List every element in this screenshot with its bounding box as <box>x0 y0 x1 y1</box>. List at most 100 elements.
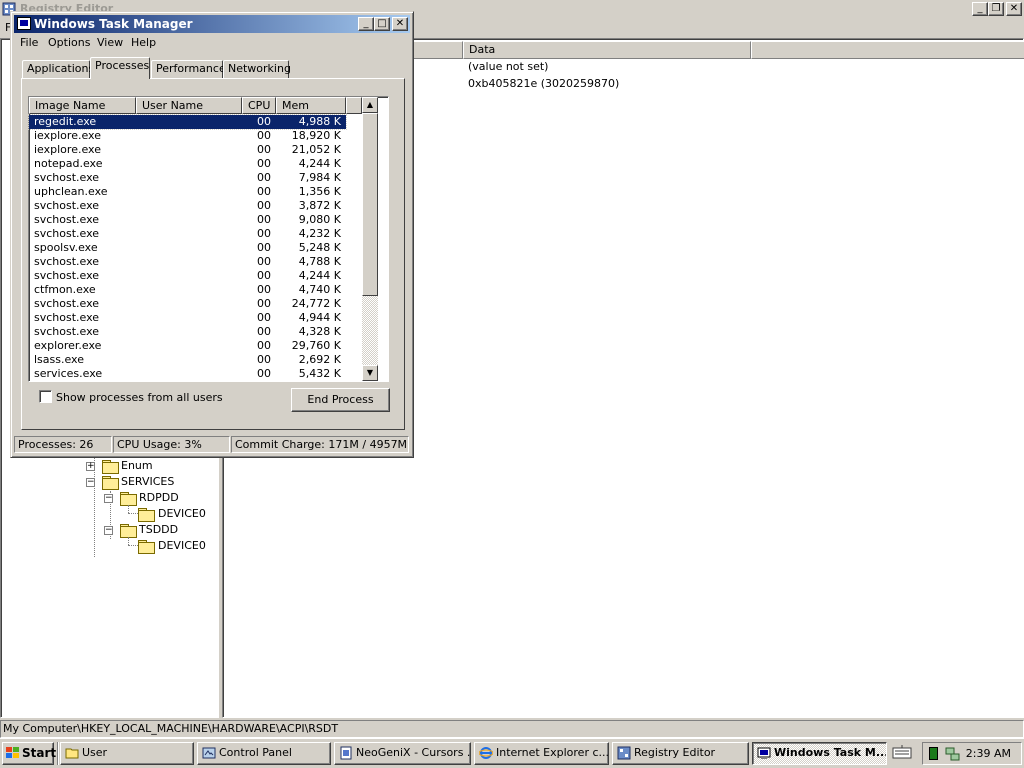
process-image-name: regedit.exe <box>34 115 97 128</box>
end-process-button[interactable]: End Process <box>291 388 390 412</box>
tree-item-label: RDPDD <box>139 491 179 504</box>
process-row[interactable]: notepad.exe 00 4,244 K <box>29 157 346 171</box>
scroll-down-arrow-icon[interactable]: ▼ <box>362 365 378 381</box>
process-mem-usage: 4,988 K <box>298 115 341 128</box>
process-mem-usage: 3,872 K <box>298 199 341 212</box>
menu-help[interactable]: Help <box>131 36 156 49</box>
process-cpu: 00 <box>257 227 271 240</box>
process-row[interactable]: ctfmon.exe 00 4,740 K <box>29 283 346 297</box>
taskbar-button-internet-explorer[interactable]: Internet Explorer c... <box>474 742 609 765</box>
process-row[interactable]: svchost.exe 00 4,244 K <box>29 269 346 283</box>
tab-networking[interactable]: Networking <box>223 60 291 79</box>
process-list-scrollbar[interactable]: ▲ ▼ <box>362 97 378 381</box>
column-header-data[interactable]: Data <box>463 41 751 59</box>
column-header-image-name[interactable]: Image Name <box>29 97 136 114</box>
tree-item-enum[interactable]: + Enum <box>85 459 205 475</box>
taskbar-button-label: Windows Task M... <box>774 746 887 759</box>
taskbar-button-registry-editor[interactable]: Registry Editor <box>612 742 749 765</box>
process-image-name: lsass.exe <box>34 353 84 366</box>
menu-view[interactable]: View <box>97 36 123 49</box>
taskbar-button-task-manager[interactable]: Windows Task M... <box>752 742 887 765</box>
task-manager-menubar: File Options View Help <box>14 34 410 52</box>
registry-status-bar: My Computer\HKEY_LOCAL_MACHINE\HARDWARE\… <box>0 720 1024 738</box>
process-row[interactable]: svchost.exe 00 9,080 K <box>29 213 346 227</box>
tree-item-tsddd[interactable]: − TSDDD <box>104 523 214 539</box>
process-row[interactable]: explorer.exe 00 29,760 K <box>29 339 346 353</box>
process-image-name: svchost.exe <box>34 297 100 310</box>
process-row[interactable]: svchost.exe 00 4,788 K <box>29 255 346 269</box>
maximize-button[interactable]: □ <box>374 17 390 31</box>
collapse-icon[interactable]: − <box>104 526 113 535</box>
column-header-filler <box>751 41 1024 59</box>
column-header-mem-usage[interactable]: Mem Usage <box>276 97 346 127</box>
keyboard-icon[interactable] <box>892 744 916 764</box>
process-row[interactable]: services.exe 00 5,432 K <box>29 367 346 381</box>
taskbar-button-neogenix[interactable]: NeoGeniX - Cursors ... <box>334 742 471 765</box>
value-data-cell[interactable]: (value not set) <box>468 60 548 73</box>
folder-icon <box>138 540 155 554</box>
process-list[interactable]: Image Name User Name CPU Mem Usage reged… <box>28 96 389 382</box>
tree-item-label: DEVICE0 <box>158 507 206 520</box>
process-cpu: 00 <box>257 367 271 380</box>
process-row[interactable]: svchost.exe 00 7,984 K <box>29 171 346 185</box>
process-row[interactable]: iexplore.exe 00 21,052 K <box>29 143 346 157</box>
process-row[interactable]: regedit.exe 00 4,988 K <box>28 114 347 130</box>
cpu-meter-icon[interactable] <box>929 747 938 760</box>
restore-button[interactable]: ❐ <box>988 2 1004 16</box>
minimize-button[interactable]: _ <box>358 17 374 31</box>
process-mem-usage: 9,080 K <box>298 213 341 226</box>
taskbar-button-control-panel[interactable]: Control Panel <box>197 742 331 765</box>
tree-connector <box>128 505 129 513</box>
collapse-icon[interactable]: − <box>104 494 113 503</box>
network-icon[interactable] <box>945 746 961 762</box>
tree-item-device0[interactable]: DEVICE0 <box>138 507 218 523</box>
tree-item-label: DEVICE0 <box>158 539 206 552</box>
value-data-cell[interactable]: 0xb405821e (3020259870) <box>468 77 619 90</box>
process-mem-usage: 21,052 K <box>291 143 341 156</box>
process-row[interactable]: svchost.exe 00 24,772 K <box>29 297 346 311</box>
process-cpu: 00 <box>257 129 271 142</box>
process-image-name: svchost.exe <box>34 311 100 324</box>
process-row[interactable]: iexplore.exe 00 18,920 K <box>29 129 346 143</box>
scrollbar-thumb[interactable] <box>362 113 378 296</box>
clock[interactable]: 2:39 AM <box>966 747 1011 760</box>
taskbar-button-user[interactable]: User <box>60 742 194 765</box>
process-row[interactable]: lsass.exe 00 2,692 K <box>29 353 346 367</box>
start-button[interactable]: Start <box>2 742 56 765</box>
tab-performance[interactable]: Performance <box>151 60 226 79</box>
process-row[interactable]: spoolsv.exe 00 5,248 K <box>29 241 346 255</box>
close-button[interactable]: ✕ <box>1006 2 1022 16</box>
menu-options[interactable]: Options <box>48 36 90 49</box>
show-all-users-checkbox[interactable] <box>39 390 52 403</box>
process-cpu: 00 <box>257 255 271 268</box>
tab-applications[interactable]: Applications <box>22 60 94 79</box>
collapse-icon[interactable]: − <box>86 478 95 487</box>
process-mem-usage: 2,692 K <box>298 353 341 366</box>
process-row[interactable]: svchost.exe 00 3,872 K <box>29 199 346 213</box>
task-manager-titlebar[interactable]: Windows Task Manager _ □ ✕ <box>14 15 410 33</box>
show-all-users-label[interactable]: Show processes from all users <box>56 391 223 404</box>
process-image-name: svchost.exe <box>34 325 100 338</box>
process-row[interactable]: svchost.exe 00 4,944 K <box>29 311 346 325</box>
tree-item-rdpdd[interactable]: − RDPDD <box>104 491 214 507</box>
process-mem-usage: 5,432 K <box>298 367 341 380</box>
menu-file[interactable]: File <box>20 36 38 49</box>
taskbar-button-label: User <box>82 746 108 759</box>
scrollbar-track[interactable] <box>362 296 378 365</box>
tree-item-label: Enum <box>121 459 153 472</box>
expand-icon[interactable]: + <box>86 462 95 471</box>
process-mem-usage: 4,328 K <box>298 325 341 338</box>
tab-processes[interactable]: Processes <box>90 57 150 79</box>
close-button[interactable]: ✕ <box>392 17 408 31</box>
process-row[interactable]: svchost.exe 00 4,328 K <box>29 325 346 339</box>
windows-logo-icon <box>6 747 19 759</box>
column-header-user-name[interactable]: User Name <box>136 97 242 114</box>
tree-item-device0[interactable]: DEVICE0 <box>138 539 218 555</box>
scroll-up-arrow-icon[interactable]: ▲ <box>362 97 378 113</box>
tree-item-services[interactable]: − SERVICES <box>85 475 205 491</box>
process-row[interactable]: uphclean.exe 00 1,356 K <box>29 185 346 199</box>
column-header-cpu[interactable]: CPU <box>242 97 276 114</box>
minimize-button[interactable]: _ <box>972 2 988 16</box>
process-row[interactable]: svchost.exe 00 4,232 K <box>29 227 346 241</box>
system-tray: 2:39 AM <box>922 742 1022 765</box>
